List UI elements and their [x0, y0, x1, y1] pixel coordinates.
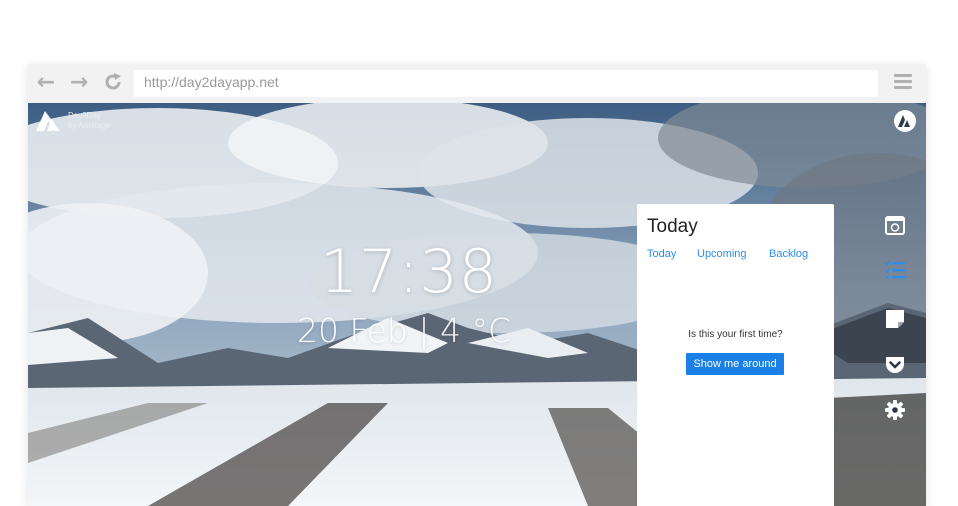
menu-line [894, 74, 912, 77]
hamburger-menu-icon[interactable] [894, 74, 912, 92]
today-panel: Today Today Upcoming Backlog Is this you… [637, 204, 834, 506]
checklist-icon[interactable] [884, 259, 906, 281]
brand-text: Day2Day by Armitage [68, 111, 110, 131]
first-time-prompt: Is this your first time? [688, 329, 783, 340]
brand-name: Day2Day [68, 111, 101, 120]
day2day-logo-icon[interactable] [36, 109, 62, 133]
arrow-right-icon[interactable]: → [67, 71, 91, 95]
address-bar[interactable]: http://day2dayapp.net [134, 70, 878, 97]
tab-backlog[interactable]: Backlog [769, 248, 808, 260]
clock-time: 17:38 [320, 237, 498, 307]
app-screen: Day2Day by Armitage 17:38 20 Feb | 4 °C … [28, 103, 926, 506]
browser-toolbar: ← → http://day2dayapp.net [28, 64, 926, 103]
reload-glyph [105, 73, 121, 90]
note-icon[interactable] [884, 308, 906, 330]
reload-icon[interactable] [101, 71, 125, 95]
menu-line [894, 86, 912, 89]
pocket-icon[interactable] [884, 354, 906, 376]
browser-window: ← → http://day2dayapp.net Day2Day by Arm… [28, 64, 926, 506]
show-me-around-button[interactable]: Show me around [686, 353, 784, 375]
tab-today[interactable]: Today [647, 248, 676, 260]
url-text: http://day2dayapp.net [144, 74, 279, 90]
arrow-left-icon[interactable]: ← [34, 71, 58, 95]
gear-icon[interactable] [884, 399, 906, 421]
date-weather: 20 Feb | 4 °C [296, 311, 512, 350]
brand-sub: by Armitage [68, 121, 111, 130]
account-avatar-icon[interactable] [893, 109, 917, 133]
menu-line [894, 80, 912, 83]
tab-upcoming[interactable]: Upcoming [697, 248, 747, 260]
calendar-icon[interactable] [884, 214, 906, 236]
panel-title: Today [647, 216, 698, 237]
